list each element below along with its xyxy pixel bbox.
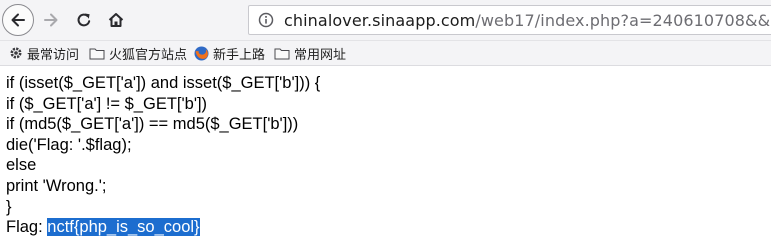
bookmark-getting-started[interactable]: 新手上路 [194, 44, 265, 62]
back-button[interactable] [2, 4, 34, 36]
home-button[interactable] [100, 4, 132, 36]
flag-label: Flag: [6, 218, 48, 237]
home-icon [108, 13, 124, 27]
code-line: if ($_GET['a'] != $_GET['b']) [6, 94, 208, 113]
reload-button[interactable] [68, 4, 100, 36]
info-icon[interactable] [258, 12, 274, 28]
url-bar[interactable]: chinalover.sinaapp.com/web17/index.php?a… [248, 5, 771, 35]
reload-icon [77, 13, 91, 27]
flag-value-selected[interactable]: nctf{php_is_so_cool} [47, 218, 200, 237]
arrow-right-icon [44, 13, 58, 27]
navigation-toolbar: chinalover.sinaapp.com/web17/index.php?a… [0, 0, 771, 41]
bookmark-most-visited[interactable]: 最常访问 [9, 44, 79, 62]
folder-icon [89, 48, 105, 59]
code-line: print 'Wrong.'; [6, 176, 107, 195]
arrow-left-icon [11, 13, 25, 27]
code-line: } [6, 197, 12, 216]
code-line: if (md5($_GET['a']) == md5($_GET['b'])) [6, 115, 299, 134]
firefox-icon [194, 46, 209, 60]
url-domain: chinalover.sinaapp.com [284, 11, 476, 30]
url-text: chinalover.sinaapp.com/web17/index.php?a… [284, 11, 771, 30]
code-line: die('Flag: '.$flag); [6, 135, 132, 154]
bookmark-common-sites[interactable]: 常用网址 [274, 44, 346, 62]
bookmark-label: 火狐官方站点 [109, 46, 188, 62]
flag-line: Flag: nctf{php_is_so_cool} [6, 217, 320, 238]
gear-icon [10, 47, 22, 59]
page-content: if (isset($_GET['a']) and isset($_GET['b… [6, 73, 320, 238]
bookmarks-toolbar: 最常访问 火狐官方站点 新手上路 常用网址 [0, 41, 771, 66]
bookmark-firefox-official[interactable]: 火狐官方站点 [89, 44, 187, 62]
code-line: if (isset($_GET['a']) and isset($_GET['b… [6, 74, 321, 92]
bookmark-label: 新手上路 [213, 46, 266, 62]
bookmark-label: 最常访问 [27, 46, 80, 62]
folder-icon [274, 48, 290, 59]
bookmark-label: 常用网址 [294, 46, 347, 62]
url-path: /web17/index.php?a=240610708&&b=QNKCDZO [475, 11, 771, 30]
code-line: else [6, 156, 37, 175]
forward-button[interactable] [35, 4, 67, 36]
